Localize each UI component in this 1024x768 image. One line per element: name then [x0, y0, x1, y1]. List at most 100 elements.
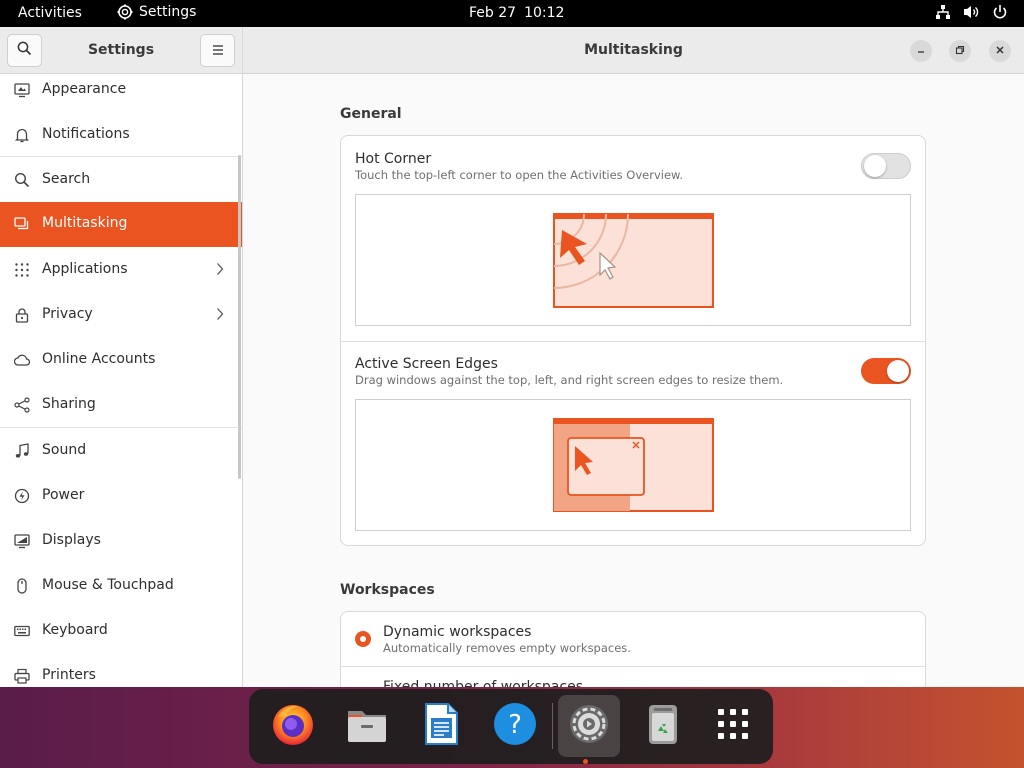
keyboard-icon: [14, 623, 30, 639]
hot-corner-toggle[interactable]: [861, 153, 911, 179]
sidebar-item-search[interactable]: Search: [0, 158, 242, 203]
active-edges-illustration: [355, 399, 911, 531]
dock-writer[interactable]: [410, 695, 472, 757]
sidebar-item-label: Search: [42, 171, 91, 187]
toggle-knob: [864, 155, 886, 177]
volume-icon[interactable]: [963, 4, 980, 20]
sidebar-item-label: Power: [42, 487, 85, 503]
restore-icon: [955, 43, 965, 59]
music-note-icon: [14, 443, 30, 459]
display-icon: [14, 533, 30, 549]
svg-text:?: ?: [508, 710, 522, 740]
sidebar-item-displays[interactable]: Displays: [0, 519, 242, 564]
sidebar: Settings Appearance Notifications Search…: [0, 27, 243, 687]
sidebar-divider: [0, 156, 242, 157]
sidebar-item-privacy[interactable]: Privacy: [0, 293, 242, 338]
dock-files[interactable]: [336, 695, 398, 757]
firefox-icon: [270, 701, 316, 751]
printer-icon: [14, 668, 30, 684]
bell-icon: [14, 127, 30, 143]
maximize-button[interactable]: [949, 40, 971, 62]
minimize-button[interactable]: [910, 40, 932, 62]
dock-help[interactable]: ?: [484, 695, 546, 757]
dock-trash[interactable]: [632, 695, 694, 757]
sidebar-divider: [0, 427, 242, 428]
card-divider: [341, 666, 925, 667]
app-grid-icon: [716, 707, 750, 745]
activities-button[interactable]: Activities: [18, 5, 82, 21]
sidebar-item-power[interactable]: Power: [0, 474, 242, 519]
clock[interactable]: Feb 27 10:12: [469, 5, 564, 21]
hot-corner-title: Hot Corner: [355, 151, 432, 167]
share-icon: [14, 397, 30, 413]
dynamic-workspaces-subtitle: Automatically removes empty workspaces.: [383, 641, 631, 655]
hot-corner-illustration: [355, 194, 911, 326]
clock-time: 10:12: [524, 5, 565, 21]
files-icon: [344, 701, 390, 751]
search-icon: [14, 172, 30, 188]
section-title-general: General: [340, 106, 402, 122]
sidebar-item-notifications[interactable]: Notifications: [0, 113, 242, 158]
sidebar-item-multitasking[interactable]: Multitasking: [0, 202, 242, 247]
sidebar-item-mouse-touchpad[interactable]: Mouse & Touchpad: [0, 564, 242, 609]
card-divider: [341, 341, 925, 342]
app-menu[interactable]: Settings: [117, 4, 196, 20]
chevron-right-icon: [216, 307, 224, 325]
active-edges-toggle[interactable]: [861, 358, 911, 384]
sidebar-item-applications[interactable]: Applications: [0, 248, 242, 293]
close-icon: [995, 43, 1005, 59]
toggle-knob: [887, 360, 909, 382]
dynamic-workspaces-radio[interactable]: [355, 631, 371, 647]
trash-icon: [640, 701, 686, 751]
mouse-icon: [14, 578, 30, 594]
radio-dot: [360, 636, 366, 642]
sidebar-item-label: Printers: [42, 667, 96, 683]
system-tray[interactable]: [935, 4, 1008, 20]
sidebar-item-printers[interactable]: Printers: [0, 654, 242, 687]
sidebar-item-appearance[interactable]: Appearance: [0, 68, 242, 113]
settings-gear-icon: [117, 4, 133, 20]
running-indicator: [583, 759, 588, 764]
cloud-icon: [13, 352, 31, 368]
sidebar-item-label: Sharing: [42, 396, 96, 412]
sidebar-scrollbar[interactable]: [238, 155, 241, 479]
fixed-workspaces-title: Fixed number of workspaces: [383, 679, 584, 687]
content-header: Multitasking: [243, 27, 1024, 74]
multitasking-icon: [14, 216, 30, 232]
settings-window: Settings Appearance Notifications Search…: [0, 27, 1024, 687]
sidebar-item-keyboard[interactable]: Keyboard: [0, 609, 242, 654]
dock-show-apps[interactable]: [702, 695, 764, 757]
close-button[interactable]: [989, 40, 1011, 62]
sidebar-item-sharing[interactable]: Sharing: [0, 383, 242, 428]
power-menu-icon[interactable]: [992, 4, 1008, 20]
workspaces-card: Dynamic workspaces Automatically removes…: [340, 611, 926, 687]
app-menu-label: Settings: [139, 4, 197, 20]
appearance-icon: [14, 82, 30, 98]
minimize-icon: [916, 43, 926, 59]
sidebar-item-sound[interactable]: Sound: [0, 429, 242, 474]
apps-grid-icon: [14, 262, 30, 278]
sidebar-item-label: Multitasking: [42, 215, 128, 231]
power-icon: [14, 488, 30, 504]
clock-date: Feb 27: [469, 5, 517, 21]
sidebar-item-label: Privacy: [42, 306, 93, 322]
active-edges-title: Active Screen Edges: [355, 356, 498, 372]
lock-icon: [14, 307, 30, 323]
sidebar-item-label: Online Accounts: [42, 351, 156, 367]
settings-icon: [566, 701, 612, 751]
hamburger-menu-icon: [212, 43, 224, 59]
writer-icon: [418, 701, 464, 751]
sidebar-item-label: Applications: [42, 261, 128, 277]
help-icon: ?: [492, 701, 538, 751]
network-icon[interactable]: [935, 4, 951, 20]
section-title-workspaces: Workspaces: [340, 582, 435, 598]
page-title: Multitasking: [584, 42, 683, 58]
dock-separator: [552, 703, 553, 749]
dock-firefox[interactable]: [262, 695, 324, 757]
sidebar-item-online-accounts[interactable]: Online Accounts: [0, 338, 242, 383]
dock-settings[interactable]: [558, 695, 620, 757]
sidebar-item-label: Displays: [42, 532, 101, 548]
main-menu-button[interactable]: [200, 34, 235, 67]
top-bar: Activities Settings Feb 27 10:12: [0, 0, 1024, 27]
sidebar-item-label: Appearance: [42, 81, 127, 97]
